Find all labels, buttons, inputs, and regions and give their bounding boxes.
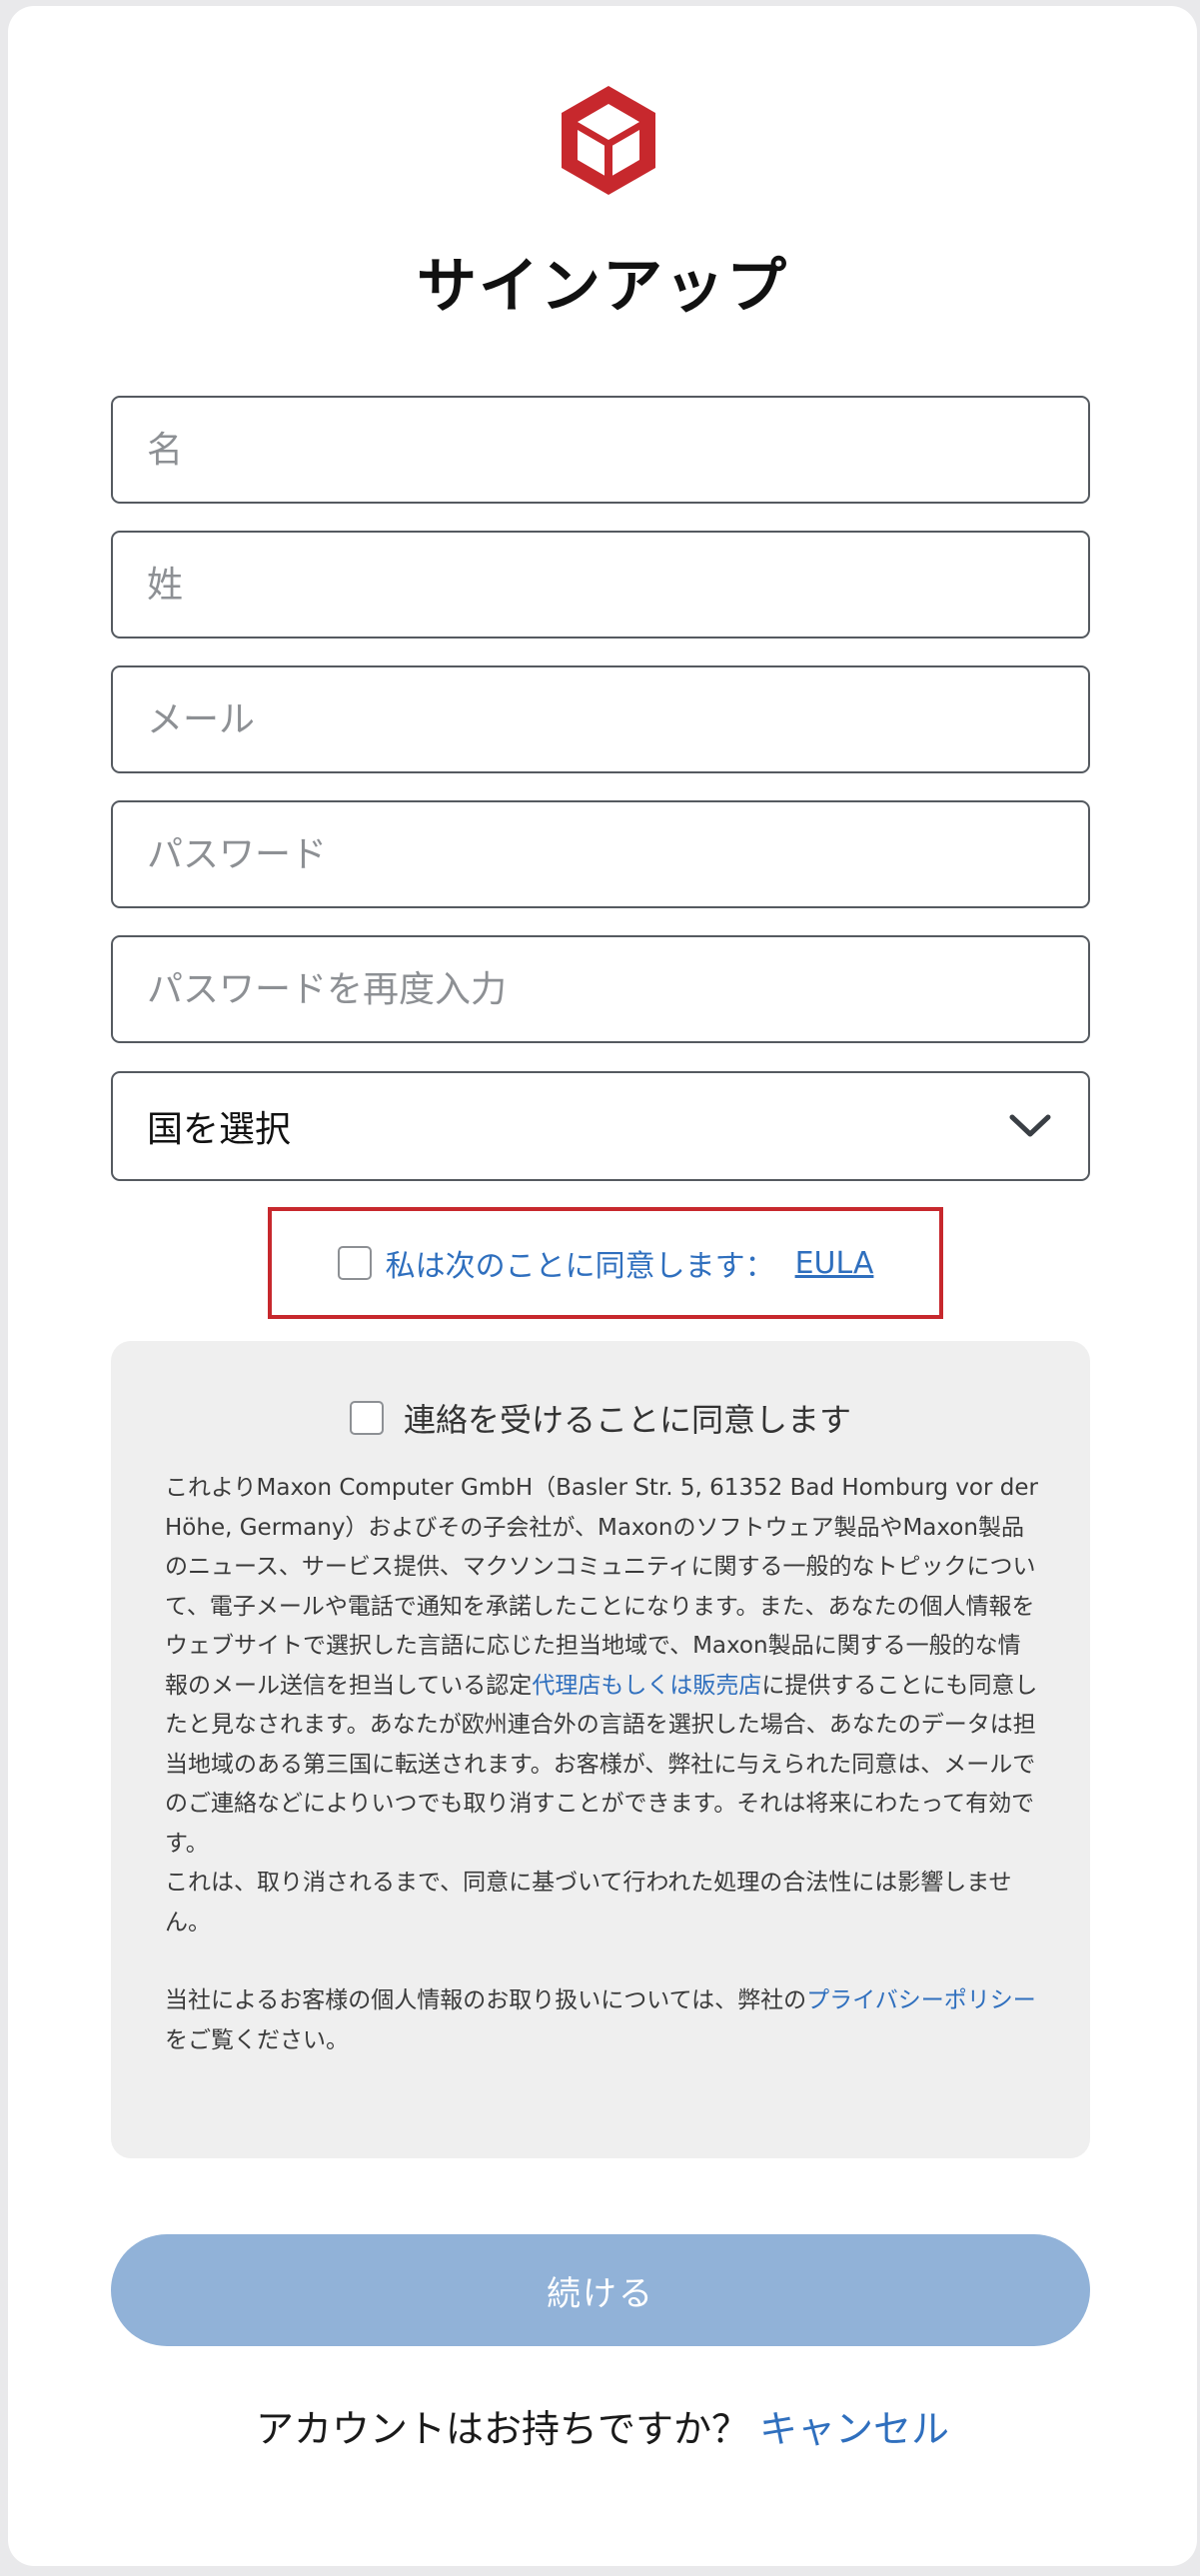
contact-consent-checkbox[interactable] bbox=[349, 1401, 384, 1435]
contact-consent-label: 連絡を受けることに同意します bbox=[403, 1401, 851, 1439]
cancel-link[interactable]: キャンセル bbox=[759, 2407, 949, 2451]
page-title: サインアップ bbox=[417, 252, 788, 322]
country-select-value: 国を選択 bbox=[147, 1109, 292, 1150]
last-name-input[interactable] bbox=[111, 531, 1090, 639]
consent-paragraph-2: これは、取り消されるまで、同意に基づいて行われた処理の合法性には影響しません。 bbox=[165, 1870, 1012, 1935]
maxon-cube-logo bbox=[562, 86, 655, 195]
signin-question: アカウントはお持ちですか？ bbox=[255, 2407, 749, 2451]
dealer-link[interactable]: 代理店もしくは販売店 bbox=[532, 1673, 761, 1699]
consent-text-3a: 当社によるお客様の個人情報のお取り扱いについては、弊社の bbox=[165, 1987, 807, 2013]
consent-text-1b: に提供することにも同意したと見なされます。あなたが欧州連合外の言語を選択した場合… bbox=[165, 1672, 1038, 1857]
consent-text: これよりMaxon Computer GmbH（Basler Str. 5, 6… bbox=[165, 1469, 1040, 2060]
eula-consent: 私は次のことに同意します： EULA bbox=[268, 1207, 943, 1319]
consent-text-3b: をご覧ください。 bbox=[165, 2026, 349, 2053]
password-input[interactable] bbox=[111, 800, 1090, 908]
consent-paragraph-3: 当社によるお客様の個人情報のお取り扱いについては、弊社のプライバシーポリシーをご… bbox=[165, 1981, 1040, 2060]
eula-checkbox[interactable] bbox=[337, 1246, 372, 1280]
contact-consent-panel: 連絡を受けることに同意します これよりMaxon Computer GmbH（B… bbox=[111, 1341, 1090, 2158]
chevron-down-icon bbox=[1009, 1114, 1051, 1137]
continue-button[interactable]: 続ける bbox=[111, 2234, 1090, 2346]
first-name-input[interactable] bbox=[111, 396, 1090, 504]
country-select[interactable]: 国を選択 bbox=[111, 1071, 1090, 1181]
consent-paragraph-1: これよりMaxon Computer GmbH（Basler Str. 5, 6… bbox=[165, 1469, 1040, 1864]
password-confirm-input[interactable] bbox=[111, 935, 1090, 1043]
privacy-policy-link[interactable]: プライバシーポリシー bbox=[806, 1987, 1036, 2013]
eula-link[interactable]: EULA bbox=[795, 1246, 874, 1281]
consent-text-1a: これよりMaxon Computer GmbH（Basler Str. 5, 6… bbox=[165, 1475, 1038, 1699]
eula-label: 私は次のことに同意します： bbox=[385, 1249, 775, 1284]
signup-card: サインアップ 国を選択 私は次のことに同意します： EULA 連絡を受けることに… bbox=[8, 6, 1197, 2566]
signin-prompt: アカウントはお持ちですか？ キャンセル bbox=[8, 2398, 1197, 2453]
contact-consent-row: 連絡を受けることに同意します bbox=[111, 1395, 1090, 1441]
email-input[interactable] bbox=[111, 665, 1090, 773]
